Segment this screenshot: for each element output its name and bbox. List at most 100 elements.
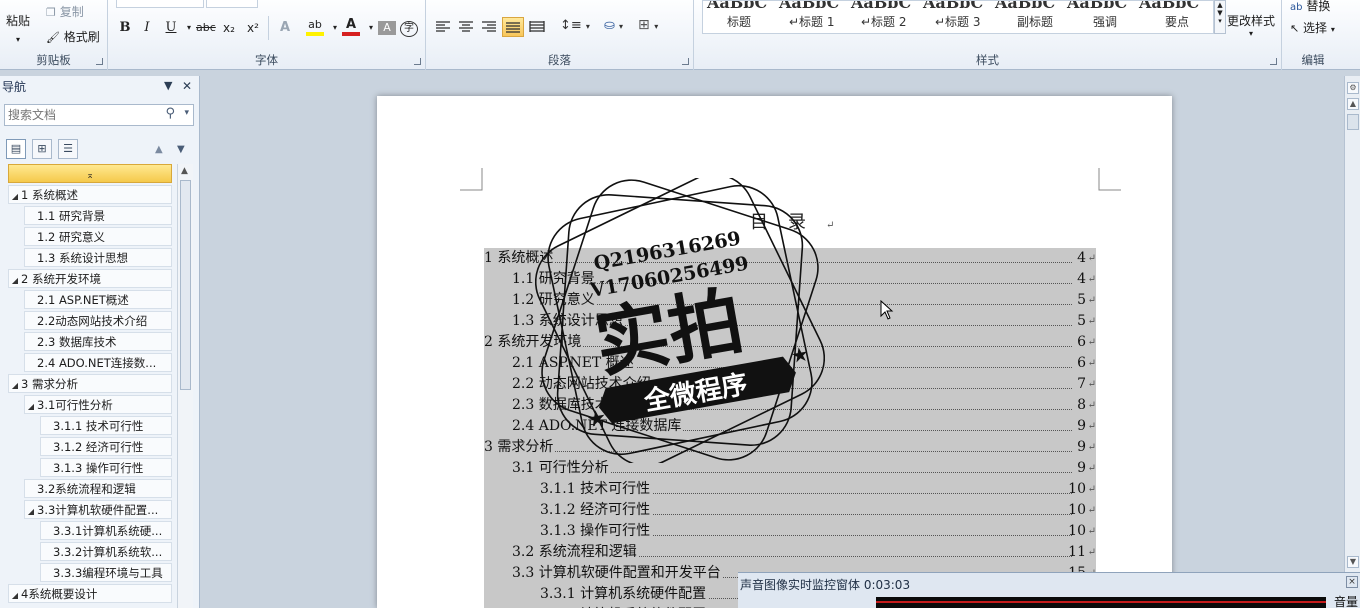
scroll-thumb[interactable]: [1347, 114, 1359, 130]
nav-menu-icon[interactable]: ▼: [164, 79, 172, 92]
nav-heading-label: 3.1.1 技术可行性: [53, 419, 144, 433]
align-center-icon[interactable]: [458, 20, 474, 34]
expand-toggle-icon[interactable]: ◢: [9, 271, 21, 287]
nav-heading-item[interactable]: 3.3.3编程环境与工具: [40, 563, 172, 582]
expand-toggle-icon[interactable]: ◢: [9, 376, 21, 392]
char-shading-button[interactable]: A: [378, 21, 396, 35]
toc-line[interactable]: 3.1.3 操作可行性 10 ↵: [484, 521, 1096, 542]
font-color-button[interactable]: A: [342, 18, 360, 36]
close-icon[interactable]: ×: [1346, 576, 1358, 588]
bold-button[interactable]: B: [116, 18, 134, 38]
toc-page-number: 10: [1068, 523, 1086, 539]
paragraph-mark: ↵: [1087, 316, 1096, 327]
paste-button[interactable]: 粘贴 ▾: [6, 12, 30, 44]
chevron-up-icon[interactable]: ▲: [181, 166, 188, 176]
expand-toggle-icon[interactable]: ◢: [25, 397, 37, 413]
superscript-button[interactable]: x²: [244, 18, 262, 38]
style-title[interactable]: 标题: [727, 13, 751, 30]
style-emphasis[interactable]: 强调: [1093, 13, 1117, 30]
nav-heading-item[interactable]: 3.2系统流程和逻辑: [24, 479, 172, 498]
nav-heading-item[interactable]: 1.3 系统设计思想: [24, 248, 172, 267]
font-size-box[interactable]: [206, 0, 258, 8]
search-icon[interactable]: ⚲: [165, 106, 175, 121]
style-preview: AaBbC: [995, 0, 1056, 12]
prev-heading-icon[interactable]: ▲: [155, 144, 163, 155]
nav-heading-item[interactable]: ◢ 3 需求分析: [8, 374, 172, 393]
scroll-thumb[interactable]: [180, 180, 191, 390]
expand-toggle-icon[interactable]: ◢: [9, 187, 21, 203]
style-preview: AaBbC: [779, 0, 840, 12]
toc-line[interactable]: 3.2 系统流程和逻辑 11 ↵: [484, 542, 1096, 563]
format-painter-button[interactable]: 🖌 格式刷: [46, 28, 100, 45]
nav-heading-item[interactable]: ◢ 2 系统开发环境: [8, 269, 172, 288]
enclose-char-button[interactable]: 字: [400, 21, 418, 37]
chevron-down-icon[interactable]: ▼: [1347, 556, 1359, 568]
paragraph-mark: ↵: [1087, 484, 1096, 495]
nav-heading-item[interactable]: 1.1 研究背景: [24, 206, 172, 225]
nav-heading-item[interactable]: 3.1.1 技术可行性: [40, 416, 172, 435]
style-heading-1[interactable]: ↵标题 1: [789, 13, 835, 30]
nav-heading-item[interactable]: 3.3.1计算机系统硬...: [40, 521, 172, 540]
tab-pages[interactable]: ⊞: [32, 139, 52, 159]
select-button[interactable]: ↖ 选择 ▾: [1290, 19, 1335, 36]
line-spacing-icon[interactable]: ↕≡ ▾: [560, 18, 590, 33]
change-styles-button[interactable]: 更改样式 ▾: [1227, 12, 1275, 38]
expand-toggle-icon[interactable]: ◢: [9, 586, 21, 602]
justify-button[interactable]: [502, 17, 524, 37]
document-scrollbar[interactable]: ⚙ ▲ ▼: [1344, 76, 1360, 608]
text-effects-button[interactable]: A: [276, 18, 294, 38]
style-strong[interactable]: 要点: [1165, 13, 1189, 30]
style-heading-2[interactable]: ↵标题 2: [861, 13, 907, 30]
underline-button[interactable]: U: [162, 18, 180, 38]
nav-heading-item[interactable]: ◢ 3.3计算机软硬件配置...: [24, 500, 172, 519]
dialog-launcher-icon[interactable]: [1270, 58, 1277, 65]
nav-heading-item[interactable]: 2.2动态网站技术介绍: [24, 311, 172, 330]
align-left-icon[interactable]: [435, 20, 451, 34]
tab-results[interactable]: ☰: [58, 139, 78, 159]
tree-scrollbar[interactable]: ▲: [177, 164, 193, 608]
chevron-down-icon: ▾: [1330, 25, 1335, 34]
nav-heading-item[interactable]: 2.1 ASP.NET概述: [24, 290, 172, 309]
nav-heading-item[interactable]: 3.3.2计算机系统软...: [40, 542, 172, 561]
expand-toggle-icon[interactable]: ◢: [25, 502, 37, 518]
style-gallery-scroll[interactable]: ▲ ▼ ▾: [1214, 0, 1226, 34]
dialog-launcher-icon[interactable]: [96, 58, 103, 65]
dialog-launcher-icon[interactable]: [682, 58, 689, 65]
distributed-icon[interactable]: [529, 20, 545, 34]
style-subtitle[interactable]: 副标题: [1017, 13, 1053, 30]
style-heading-3[interactable]: ↵标题 3: [935, 13, 981, 30]
replace-button[interactable]: ab 替换: [1290, 0, 1330, 14]
shading-icon[interactable]: ⛀ ▾: [604, 18, 623, 33]
collapse-all-button[interactable]: ⌅: [8, 164, 172, 183]
ruler-toggle-icon[interactable]: ⚙: [1347, 82, 1359, 94]
close-icon[interactable]: ✕: [182, 79, 192, 93]
nav-heading-item[interactable]: 2.4 ADO.NET连接数...: [24, 353, 172, 372]
av-monitor-window[interactable]: 声音图像实时监控窗体 0:03:03 × 音量: [738, 572, 1360, 608]
search-input[interactable]: [5, 105, 155, 125]
italic-button[interactable]: I: [138, 18, 156, 38]
highlight-button[interactable]: ab: [306, 18, 324, 36]
nav-heading-item[interactable]: 3.1.3 操作可行性: [40, 458, 172, 477]
paragraph-mark: ↵: [1087, 379, 1096, 390]
chevron-up-icon[interactable]: ▲: [1347, 98, 1359, 110]
chevron-down-icon[interactable]: ▾: [184, 108, 189, 118]
dialog-launcher-icon[interactable]: [414, 58, 421, 65]
nav-heading-item[interactable]: ◢ 3.1可行性分析: [24, 395, 172, 414]
toc-line[interactable]: 3.1.1 技术可行性 10 ↵: [484, 479, 1096, 500]
nav-heading-item[interactable]: 2.3 数据库技术: [24, 332, 172, 351]
next-heading-icon[interactable]: ▼: [177, 144, 185, 155]
toc-line[interactable]: 3.1.2 经济可行性 10 ↵: [484, 500, 1096, 521]
chevron-up-icon: ▲: [1217, 1, 1223, 9]
subscript-button[interactable]: x₂: [220, 18, 238, 38]
nav-heading-item[interactable]: ◢ 4系统概要设计: [8, 584, 172, 603]
nav-heading-item[interactable]: ◢ 1 系统概述: [8, 185, 172, 204]
nav-heading-item[interactable]: 3.1.2 经济可行性: [40, 437, 172, 456]
borders-icon[interactable]: ⊞ ▾: [638, 17, 658, 33]
align-right-icon[interactable]: [481, 20, 497, 34]
font-name-box[interactable]: [116, 0, 204, 8]
copy-button[interactable]: ❐ 复制: [46, 3, 84, 20]
tab-headings[interactable]: ▤: [6, 139, 26, 159]
strikethrough-button[interactable]: abc: [196, 18, 216, 38]
nav-heading-item[interactable]: 1.2 研究意义: [24, 227, 172, 246]
nav-heading-label: 2.2动态网站技术介绍: [37, 314, 148, 328]
